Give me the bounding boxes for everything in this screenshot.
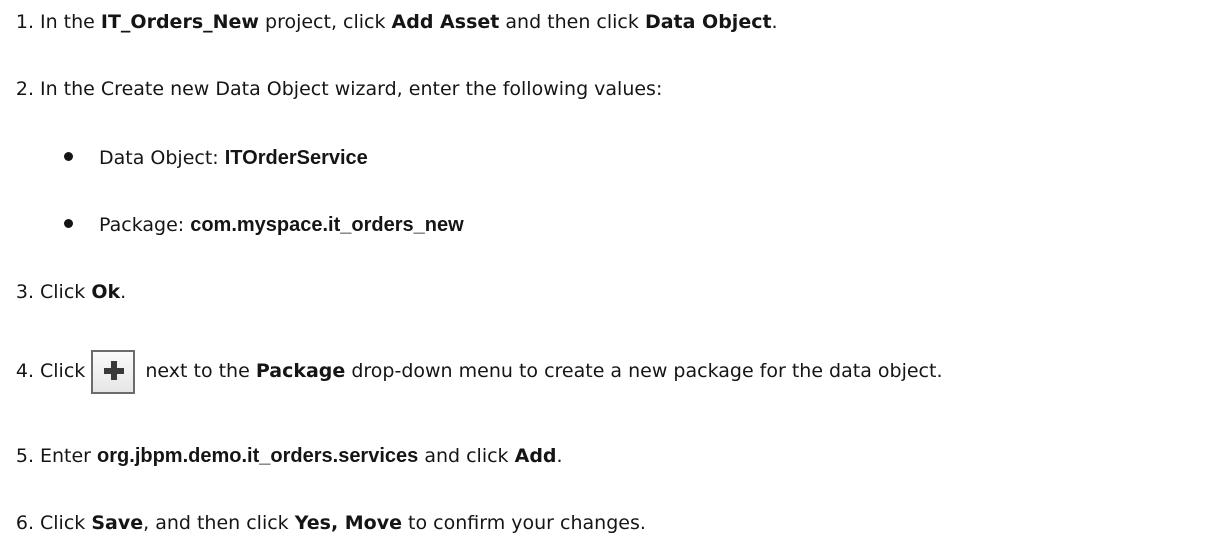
step-number: 6. [15, 512, 34, 534]
bullet-data-object: Data Object: ITOrderService [64, 146, 368, 170]
step-text: drop-down menu to create a new package f… [345, 360, 943, 382]
bullet-package: Package: com.myspace.it_orders_new [64, 213, 464, 237]
step-number: 4. [15, 360, 34, 382]
step-text: . [120, 281, 127, 303]
bullet-icon [64, 152, 73, 161]
step-text: . [771, 11, 778, 33]
add-label: Add [514, 445, 557, 467]
step-text: next to the [139, 360, 256, 382]
step-4: 4. Click next to the Package drop-down me… [0, 348, 942, 394]
step-number: 1. [15, 11, 34, 33]
bullet-value: ITOrderService [224, 147, 368, 169]
step-5: 5. Enter org.jbpm.demo.it_orders.services… [0, 444, 563, 468]
step-text: Click [40, 512, 92, 534]
bullet-label: Package: [99, 214, 191, 236]
step-text: In the [40, 11, 101, 33]
step-text: . [556, 445, 563, 467]
step-text: project, click [258, 11, 392, 33]
ok-label: Ok [91, 281, 121, 303]
step-number: 3. [15, 281, 34, 303]
step-number: 5. [15, 445, 34, 467]
yes-move-label: Yes, Move [294, 512, 403, 534]
step-text: and click [418, 445, 515, 467]
add-asset-label: Add Asset [391, 11, 500, 33]
project-name: IT_Orders_New [100, 11, 259, 33]
package-name: org.jbpm.demo.it_orders.services [97, 445, 419, 467]
data-object-label: Data Object [644, 11, 772, 33]
step-text: to confirm your changes. [402, 512, 646, 534]
save-label: Save [91, 512, 144, 534]
package-label: Package [255, 360, 346, 382]
step-3: 3. Click Ok. [0, 280, 126, 304]
step-text: and then click [499, 11, 645, 33]
step-6: 6. Click Save, and then click Yes, Move t… [0, 511, 646, 535]
bullet-icon [64, 219, 73, 228]
step-text: Click [40, 360, 92, 382]
step-text: In the Create new Data Object wizard, en… [40, 78, 663, 100]
step-number: 2. [15, 78, 34, 100]
step-text: Click [40, 281, 92, 303]
step-1: 1. In the IT_Orders_New project, click Ad… [0, 10, 778, 34]
step-2: 2. In the Create new Data Object wizard, … [0, 77, 663, 101]
bullet-value: com.myspace.it_orders_new [190, 214, 464, 236]
plus-icon [91, 350, 136, 394]
step-text: , and then click [143, 512, 295, 534]
bullet-label: Data Object: [99, 147, 225, 169]
step-text: Enter [40, 445, 98, 467]
